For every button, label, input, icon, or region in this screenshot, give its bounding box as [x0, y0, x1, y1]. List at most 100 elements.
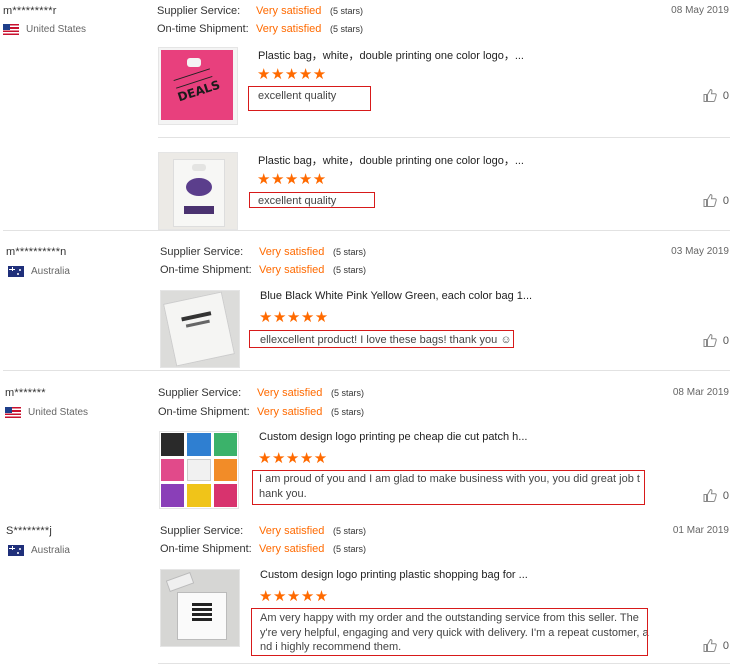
shipment-label: On-time Shipment: — [158, 406, 250, 418]
reviewer-name: S********j — [6, 525, 53, 537]
review-item: Blue Black White Pink Yellow Green, each… — [160, 290, 732, 370]
like-count: 0 — [722, 334, 729, 347]
review-date: 03 May 2019 — [671, 246, 729, 257]
supplier-service-stars: (5 stars) — [333, 526, 367, 536]
like-button[interactable]: 0 — [703, 639, 729, 652]
reviewer-country: Australia — [8, 266, 70, 277]
product-image — [177, 592, 227, 640]
reviewer-name: m**********n — [6, 246, 67, 258]
like-count: 0 — [722, 194, 729, 207]
shipment-label: On-time Shipment: — [157, 23, 249, 35]
country-label: United States — [28, 407, 89, 418]
supplier-service-value: Very satisfied — [256, 5, 322, 17]
supplier-service-stars: (5 stars) — [333, 247, 367, 257]
supplier-service-label: Supplier Service: — [158, 387, 242, 399]
rating-stars: ★★★★★ — [259, 309, 329, 326]
shipment-stars: (5 stars) — [331, 407, 365, 417]
like-count: 0 — [722, 489, 729, 502]
product-thumbnail[interactable] — [159, 431, 239, 509]
rating-stars: ★★★★★ — [257, 171, 327, 188]
item-divider — [158, 137, 730, 138]
supplier-service-value: Very satisfied — [259, 525, 325, 537]
highlight-box — [251, 608, 648, 656]
review-item: Custom design logo printing pe cheap die… — [159, 431, 732, 511]
thumbs-up-icon — [703, 334, 717, 347]
review-item: Custom design logo printing plastic shop… — [160, 569, 732, 659]
thumbs-up-icon — [703, 489, 717, 502]
shipment-row: On-time Shipment: Very satisfied (5 star… — [160, 264, 366, 276]
reviewer-country: United States — [3, 24, 86, 35]
thumbs-up-icon — [703, 89, 717, 102]
review-item: DEALS Plastic bag，white，double printing … — [158, 47, 732, 127]
country-label: Australia — [31, 545, 70, 556]
product-image — [161, 433, 237, 507]
product-title[interactable]: Plastic bag，white，double printing one co… — [258, 47, 524, 63]
rating-stars: ★★★★★ — [259, 588, 329, 605]
rating-stars: ★★★★★ — [257, 66, 327, 83]
review-divider — [158, 663, 730, 664]
product-title[interactable]: Blue Black White Pink Yellow Green, each… — [260, 290, 532, 302]
rating-stars: ★★★★★ — [258, 450, 328, 467]
review-divider — [3, 230, 730, 231]
shipment-label: On-time Shipment: — [160, 264, 252, 276]
review-divider — [3, 370, 730, 371]
supplier-service-label: Supplier Service: — [160, 525, 244, 537]
shipment-value: Very satisfied — [259, 264, 325, 276]
shipment-stars: (5 stars) — [330, 24, 364, 34]
highlight-box — [249, 192, 375, 208]
shipment-value: Very satisfied — [257, 406, 323, 418]
like-button[interactable]: 0 — [703, 489, 729, 502]
reviewer-name: m*********r — [3, 5, 57, 17]
au-flag-icon — [8, 266, 24, 277]
highlight-box — [248, 86, 371, 111]
like-button[interactable]: 0 — [703, 334, 729, 347]
highlight-box — [249, 330, 514, 348]
product-thumbnail[interactable]: DEALS — [158, 47, 238, 125]
review-item: Plastic bag，white，double printing one co… — [158, 152, 732, 232]
product-image — [163, 291, 235, 367]
review-date: 08 May 2019 — [671, 5, 729, 16]
product-thumbnail[interactable] — [160, 569, 240, 647]
country-label: Australia — [31, 266, 70, 277]
product-image: DEALS — [161, 50, 233, 120]
product-title[interactable]: Custom design logo printing pe cheap die… — [259, 431, 527, 443]
supplier-service-label: Supplier Service: — [157, 5, 241, 17]
us-flag-icon — [5, 407, 21, 418]
like-button[interactable]: 0 — [703, 194, 729, 207]
supplier-service-row: Supplier Service: Very satisfied (5 star… — [158, 387, 364, 399]
thumbs-up-icon — [703, 194, 717, 207]
au-flag-icon — [8, 545, 24, 556]
shipment-row: On-time Shipment: Very satisfied (5 star… — [157, 23, 363, 35]
supplier-service-row: Supplier Service: Very satisfied (5 star… — [160, 525, 366, 537]
like-count: 0 — [722, 639, 729, 652]
like-button[interactable]: 0 — [703, 89, 729, 102]
product-title[interactable]: Custom design logo printing plastic shop… — [260, 569, 528, 581]
shipment-row: On-time Shipment: Very satisfied (5 star… — [160, 543, 366, 555]
supplier-service-value: Very satisfied — [259, 246, 325, 258]
supplier-service-stars: (5 stars) — [331, 388, 365, 398]
highlight-box — [252, 470, 645, 505]
country-label: United States — [26, 24, 87, 35]
product-thumbnail[interactable] — [160, 290, 240, 368]
supplier-service-value: Very satisfied — [257, 387, 323, 399]
us-flag-icon — [3, 24, 19, 35]
thumbs-up-icon — [703, 639, 717, 652]
product-image — [173, 159, 225, 227]
shipment-stars: (5 stars) — [333, 265, 367, 275]
reviewer-country: United States — [5, 407, 88, 418]
shipment-row: On-time Shipment: Very satisfied (5 star… — [158, 406, 364, 418]
reviewer-name: m******* — [5, 387, 46, 399]
shipment-value: Very satisfied — [259, 543, 325, 555]
review-date: 08 Mar 2019 — [672, 387, 729, 398]
review-date: 01 Mar 2019 — [672, 525, 729, 536]
like-count: 0 — [722, 89, 729, 102]
shipment-label: On-time Shipment: — [160, 543, 252, 555]
supplier-service-row: Supplier Service: Very satisfied (5 star… — [157, 5, 363, 17]
reviewer-country: Australia — [8, 545, 70, 556]
product-thumbnail[interactable] — [158, 152, 238, 230]
shipment-stars: (5 stars) — [333, 544, 367, 554]
supplier-service-label: Supplier Service: — [160, 246, 244, 258]
shipment-value: Very satisfied — [256, 23, 322, 35]
supplier-service-row: Supplier Service: Very satisfied (5 star… — [160, 246, 366, 258]
product-title[interactable]: Plastic bag，white，double printing one co… — [258, 152, 524, 168]
